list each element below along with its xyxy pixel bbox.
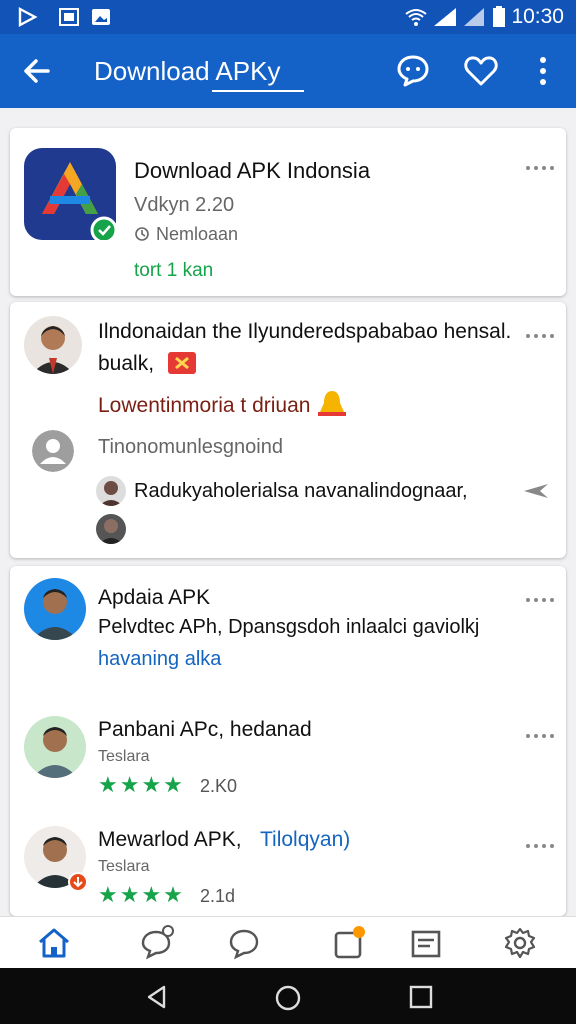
status-time: 10:30 — [511, 5, 564, 28]
post-card: Ilndonaidan the Ilyunderedspababao hensa… — [10, 302, 566, 558]
item-sub: Teslara — [98, 748, 150, 765]
avatar — [24, 578, 86, 640]
news-icon[interactable] — [406, 923, 446, 963]
rating-stars: ★★★★ — [98, 882, 185, 907]
item-title: Apdaia APK — [98, 586, 211, 609]
system-nav-bar — [0, 968, 576, 1024]
rating-count: 2.1d — [200, 886, 236, 906]
item-more-icon[interactable] — [526, 732, 554, 740]
post-headline-2: bualk, — [98, 352, 155, 375]
item-sub: Teslara — [98, 858, 150, 875]
reply-avatar — [96, 476, 126, 506]
more-icon[interactable] — [526, 164, 554, 172]
signal-2-icon — [464, 8, 484, 26]
app-info-card[interactable]: Download APK Indonsia Vdkyn 2.20 Nemloaa… — [10, 128, 566, 296]
bell-icon — [318, 391, 346, 416]
notification-icon[interactable] — [328, 923, 368, 963]
app-tag: tort 1 kan — [134, 260, 214, 281]
post-headline: Ilndonaidan the Ilyunderedspababao hensa… — [98, 320, 512, 343]
chat-icon[interactable] — [224, 923, 264, 963]
app-title: Download APK Indonsia — [134, 158, 371, 183]
battery-icon — [493, 6, 505, 27]
list-card: Apdaia APK Pelvdtec APh, Dpansgsdoh inla… — [10, 566, 566, 916]
nav-recents-icon[interactable] — [408, 984, 434, 1010]
avatar[interactable] — [24, 316, 82, 374]
rating-count: 2.K0 — [200, 776, 238, 796]
nav-home-icon[interactable] — [274, 984, 302, 1012]
list-item[interactable]: Panbani APc, hedanad Teslara ★★★★ 2.K0 — [10, 710, 566, 806]
plane-icon[interactable] — [522, 480, 550, 502]
item-title-link[interactable]: Tilolqyan) — [260, 828, 350, 852]
wifi-icon — [405, 9, 427, 26]
post-more-icon[interactable] — [526, 332, 554, 340]
title-underline — [212, 90, 304, 92]
signal-icon — [434, 8, 456, 26]
post-subtitle: Lowentinmoria t driuan — [98, 394, 311, 417]
bottom-nav — [0, 916, 576, 969]
play-store-icon — [18, 7, 38, 27]
app-logo-icon — [24, 148, 116, 240]
app-bar-title: Download APKy — [94, 56, 281, 86]
nav-back-icon[interactable] — [144, 984, 170, 1010]
list-item[interactable]: Apdaia APK Pelvdtec APh, Dpansgsdoh inla… — [10, 566, 566, 686]
item-subtitle: Pelvdtec APh, Dpansgsdoh inlaalci gaviol… — [98, 616, 480, 638]
settings-gear-icon[interactable] — [500, 923, 540, 963]
app-meta: Nemloaan — [156, 224, 239, 244]
clock-icon — [135, 227, 149, 241]
item-title: Panbani APc, hedanad — [98, 718, 312, 741]
photo-icon — [92, 9, 110, 25]
reply-text: Radukyaholerialsa navanalindognaar, — [134, 480, 468, 502]
chat-bubble-icon[interactable] — [392, 50, 434, 92]
flag-icon — [168, 352, 196, 374]
home-icon[interactable] — [34, 923, 74, 963]
user-placeholder-icon — [32, 430, 74, 472]
app-bar: Download APKy — [0, 34, 576, 108]
list-item[interactable]: Mewarlod APK, Tilolqyan) Teslara ★★★★ 2.… — [10, 820, 566, 916]
reply-avatar-2 — [96, 514, 126, 544]
community-icon[interactable] — [136, 923, 176, 963]
item-title: Mewarlod APK, — [98, 828, 242, 851]
item-more-icon[interactable] — [526, 842, 554, 850]
heart-icon[interactable] — [460, 50, 502, 92]
status-bar: 10:30 — [0, 0, 576, 34]
item-more-icon[interactable] — [526, 596, 554, 604]
avatar — [24, 716, 86, 778]
back-arrow-icon[interactable] — [18, 52, 56, 90]
comment-prompt[interactable]: Tinonomunlesgnoind — [98, 436, 283, 459]
item-link[interactable]: havaning alka — [98, 648, 221, 671]
app-version: Vdkyn 2.20 — [134, 194, 235, 216]
download-badge-icon — [68, 872, 88, 892]
gallery-icon — [59, 8, 79, 26]
more-vertical-icon[interactable] — [522, 50, 564, 92]
rating-stars: ★★★★ — [98, 772, 185, 797]
